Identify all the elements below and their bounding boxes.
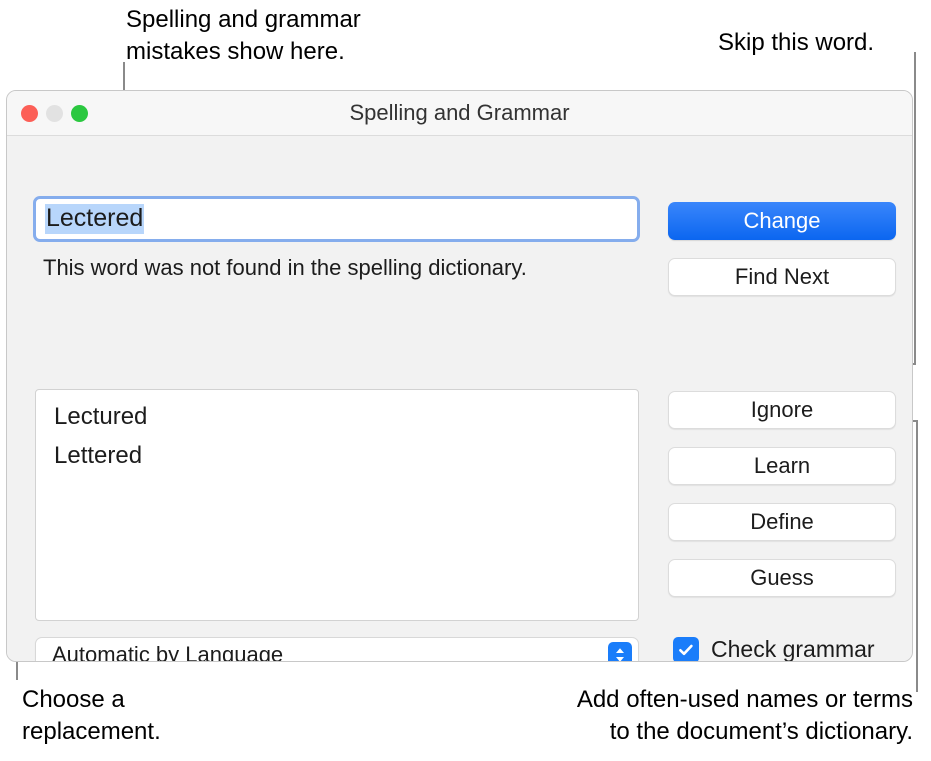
- callout-leader-line-add-vertical: [916, 420, 918, 692]
- find-next-button[interactable]: Find Next: [668, 258, 896, 296]
- list-item[interactable]: Lectured: [36, 398, 638, 437]
- learn-button[interactable]: Learn: [668, 447, 896, 485]
- window-content: Lectered This word was not found in the …: [7, 136, 912, 662]
- suggestions-list[interactable]: Lectured Lettered: [35, 389, 639, 621]
- callout-add-to-dictionary: Add often-used names or terms to the doc…: [497, 684, 913, 747]
- misspelled-word-input[interactable]: Lectered: [33, 196, 640, 242]
- misspelled-word-value: Lectered: [45, 204, 144, 234]
- ignore-button[interactable]: Ignore: [668, 391, 896, 429]
- callout-choose-replacement: Choose a replacement.: [22, 684, 161, 747]
- callout-skip-this-word: Skip this word.: [718, 27, 874, 59]
- callout-spelling-mistakes: Spelling and grammar mistakes show here.: [126, 4, 361, 67]
- window-title: Spelling and Grammar: [7, 100, 912, 126]
- language-popup-label: Automatic by Language: [52, 642, 608, 662]
- define-button[interactable]: Define: [668, 503, 896, 541]
- spelling-status-message: This word was not found in the spelling …: [43, 255, 527, 281]
- callout-leader-line-skip-vertical: [914, 52, 916, 365]
- window-titlebar[interactable]: Spelling and Grammar: [7, 91, 912, 136]
- checkmark-icon[interactable]: [673, 637, 699, 663]
- list-item[interactable]: Lettered: [36, 437, 638, 476]
- change-button[interactable]: Change: [668, 202, 896, 240]
- language-popup-button[interactable]: Automatic by Language: [35, 637, 639, 662]
- chevron-up-down-icon[interactable]: [608, 642, 632, 662]
- spelling-and-grammar-window: Spelling and Grammar Lectered This word …: [6, 90, 913, 662]
- check-grammar-checkbox[interactable]: Check grammar: [673, 636, 875, 662]
- check-grammar-label: Check grammar: [711, 636, 875, 662]
- guess-button[interactable]: Guess: [668, 559, 896, 597]
